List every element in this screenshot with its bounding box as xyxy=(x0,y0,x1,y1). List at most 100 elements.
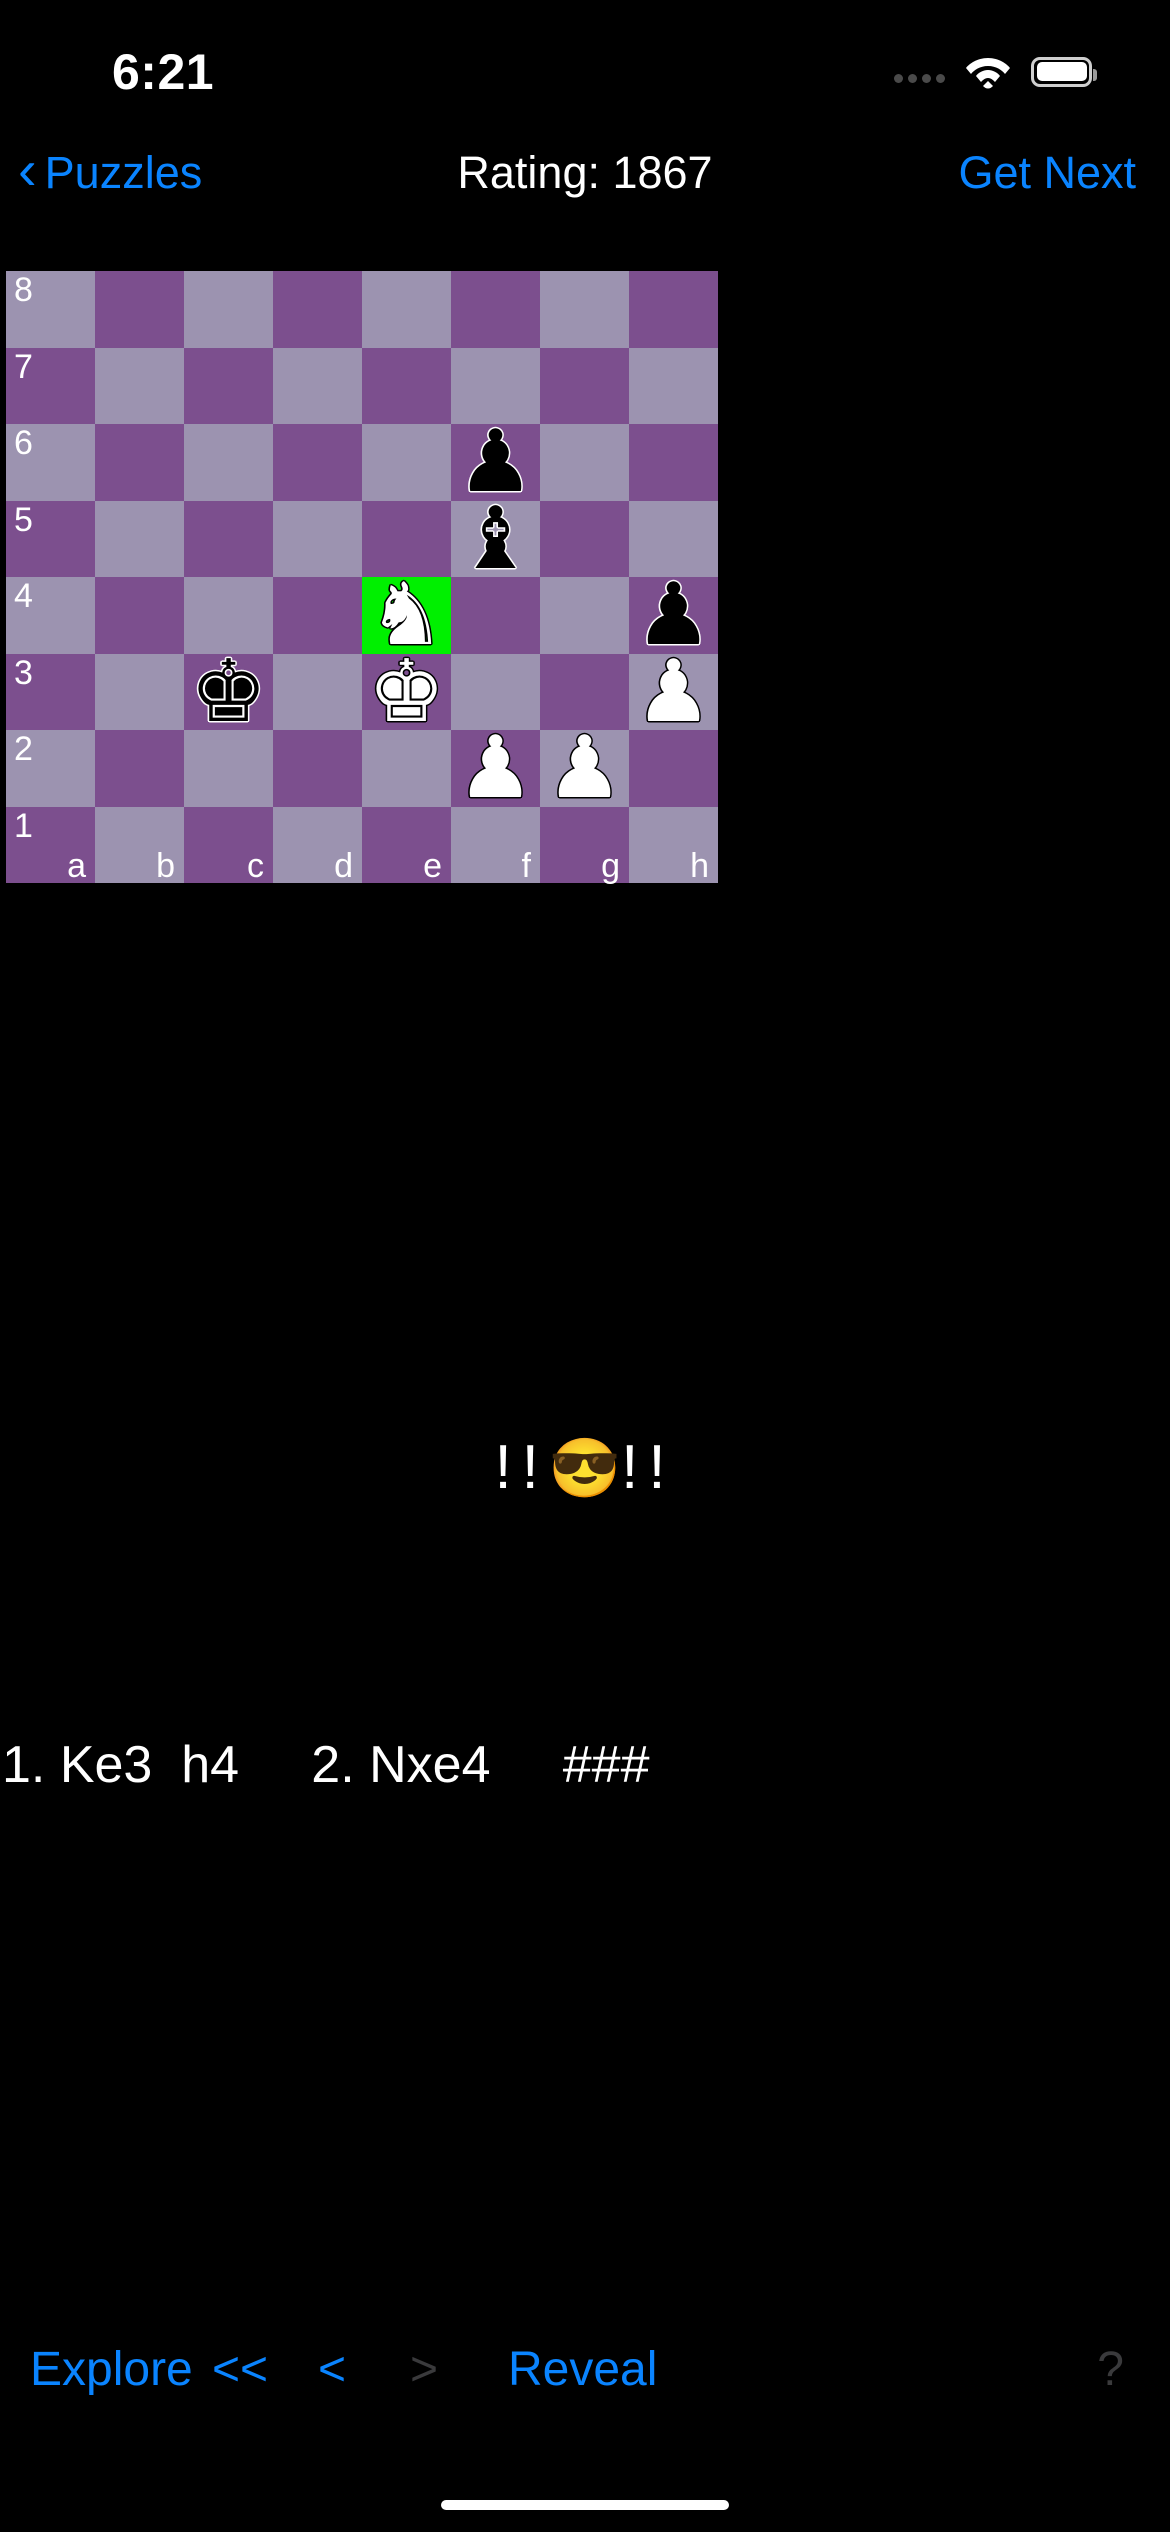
board-square-h8[interactable] xyxy=(629,271,718,348)
board-square-g2[interactable]: ♟ xyxy=(540,726,629,811)
black-pawn: ♟ xyxy=(456,414,535,511)
board-square-h2[interactable] xyxy=(629,730,718,807)
board-square-e6[interactable] xyxy=(362,424,451,501)
status-indicators xyxy=(894,55,1097,89)
next-move-button[interactable]: > xyxy=(410,2342,438,2397)
white-pawn: ♟ xyxy=(456,720,535,817)
rank-label-5: 5 xyxy=(14,500,33,539)
board-square-d6[interactable] xyxy=(273,424,362,501)
white-pawn: ♟ xyxy=(634,643,713,740)
home-indicator[interactable] xyxy=(441,2500,729,2510)
board-square-a1[interactable]: 1a xyxy=(6,806,95,886)
board-square-h6[interactable] xyxy=(629,424,718,501)
board-square-d1[interactable]: d xyxy=(273,806,362,886)
file-label-g: g xyxy=(601,847,620,886)
file-label-f: f xyxy=(521,847,531,886)
get-next-button[interactable]: Get Next xyxy=(958,147,1136,199)
rank-label-3: 3 xyxy=(14,653,33,692)
board-square-h5[interactable] xyxy=(629,500,718,577)
back-to-puzzles-button[interactable]: ‹ Puzzles xyxy=(18,142,202,199)
board-square-f7[interactable] xyxy=(451,347,540,424)
file-label-d: d xyxy=(334,847,353,886)
board-square-c5[interactable] xyxy=(184,500,273,577)
black-king: ♚ xyxy=(189,643,268,740)
board-square-g8[interactable] xyxy=(540,271,629,348)
board-square-f8[interactable] xyxy=(451,271,540,348)
board-square-a5[interactable]: 5 xyxy=(6,500,95,577)
move-list: 1. Ke3 h4 2. Nxe4 ### xyxy=(2,1736,650,1794)
board-square-a7[interactable]: 7 xyxy=(6,347,95,424)
rank-label-2: 2 xyxy=(14,730,33,768)
rank-label-1: 1 xyxy=(14,806,33,845)
chevron-left-icon: ‹ xyxy=(18,138,37,201)
board-square-b4[interactable] xyxy=(95,577,184,654)
wifi-icon xyxy=(965,55,1011,89)
board-square-b7[interactable] xyxy=(95,347,184,424)
file-label-b: b xyxy=(156,847,175,886)
board-square-f4[interactable] xyxy=(451,577,540,654)
board-square-b2[interactable] xyxy=(95,730,184,807)
board-square-e2[interactable] xyxy=(362,730,451,807)
board-square-f6[interactable]: ♟ xyxy=(451,414,540,511)
board-square-e1[interactable]: e xyxy=(362,806,451,884)
explore-button[interactable]: Explore xyxy=(30,2342,193,2397)
board-square-f2[interactable]: ♟ xyxy=(451,720,540,817)
board-square-b5[interactable] xyxy=(95,500,184,577)
board-square-c2[interactable] xyxy=(184,730,273,807)
board-square-c4[interactable] xyxy=(184,577,273,654)
first-move-button[interactable]: << xyxy=(212,2342,268,2397)
board-square-b3[interactable] xyxy=(95,653,184,730)
help-button[interactable]: ? xyxy=(1097,2342,1124,2397)
board-square-a4[interactable]: 4 xyxy=(6,577,95,654)
previous-move-button[interactable]: < xyxy=(318,2342,346,2397)
board-square-a2[interactable]: 2 xyxy=(6,730,95,807)
board-square-d5[interactable] xyxy=(273,500,362,577)
board-square-c7[interactable] xyxy=(184,347,273,424)
black-pawn: ♟ xyxy=(634,567,713,664)
chess-board[interactable]: 8 7 6 ♟ 5 ♝ 4 ♞ ♟ 3 ♚ ♚ ♟ 2 ♟ ♟ 1 a b c d e f g h xyxy=(6,271,718,886)
rank-label-8: 8 xyxy=(14,271,33,309)
board-square-a8[interactable]: 8 xyxy=(6,271,95,348)
navigation-bar: ‹ Puzzles Rating: 1867 Get Next xyxy=(0,125,1170,221)
board-square-b1[interactable]: b xyxy=(95,806,184,886)
board-square-h4[interactable]: ♟ xyxy=(629,567,718,664)
reveal-button[interactable]: Reveal xyxy=(508,2342,657,2397)
battery-full-icon xyxy=(1031,56,1097,87)
board-square-h3[interactable]: ♟ xyxy=(629,643,718,740)
board-square-f3[interactable] xyxy=(451,653,540,730)
board-square-g3[interactable] xyxy=(540,653,629,730)
board-square-c8[interactable] xyxy=(184,271,273,348)
board-square-d2[interactable] xyxy=(273,730,362,807)
board-square-e5[interactable] xyxy=(362,500,451,577)
white-knight: ♞ xyxy=(367,567,446,664)
board-square-g5[interactable] xyxy=(540,500,629,577)
board-square-d3[interactable] xyxy=(273,653,362,730)
board-square-e8[interactable] xyxy=(362,271,451,348)
board-square-b6[interactable] xyxy=(95,424,184,501)
board-square-g1[interactable]: g xyxy=(540,806,629,886)
board-square-c1[interactable]: c xyxy=(184,806,273,884)
board-square-e3[interactable]: ♚ xyxy=(362,649,451,734)
board-square-e4[interactable]: ♞ xyxy=(362,567,451,664)
board-square-g4[interactable] xyxy=(540,577,629,654)
board-square-g7[interactable] xyxy=(540,347,629,424)
board-square-g6[interactable] xyxy=(540,424,629,501)
signal-dots-icon xyxy=(894,61,945,83)
board-square-e7[interactable] xyxy=(362,347,451,424)
board-square-a6[interactable]: 6 xyxy=(6,424,95,501)
board-square-b8[interactable] xyxy=(95,271,184,348)
sunglasses-emoji-icon: 😎 xyxy=(548,1436,622,1501)
board-square-d4[interactable] xyxy=(273,577,362,654)
board-square-h7[interactable] xyxy=(629,347,718,424)
board-square-f5[interactable]: ♝ xyxy=(451,496,540,581)
board-square-c6[interactable] xyxy=(184,424,273,501)
board-square-d7[interactable] xyxy=(273,347,362,424)
board-square-f1[interactable]: f xyxy=(451,806,540,886)
board-square-h1[interactable]: h xyxy=(629,806,718,884)
board-square-a3[interactable]: 3 xyxy=(6,653,95,730)
move-annotation: !!😎!! xyxy=(0,1432,1170,1503)
annotation-left: !! xyxy=(494,1433,549,1502)
board-square-c3[interactable]: ♚ xyxy=(184,643,273,740)
file-label-a: a xyxy=(67,847,86,886)
board-square-d8[interactable] xyxy=(273,271,362,348)
